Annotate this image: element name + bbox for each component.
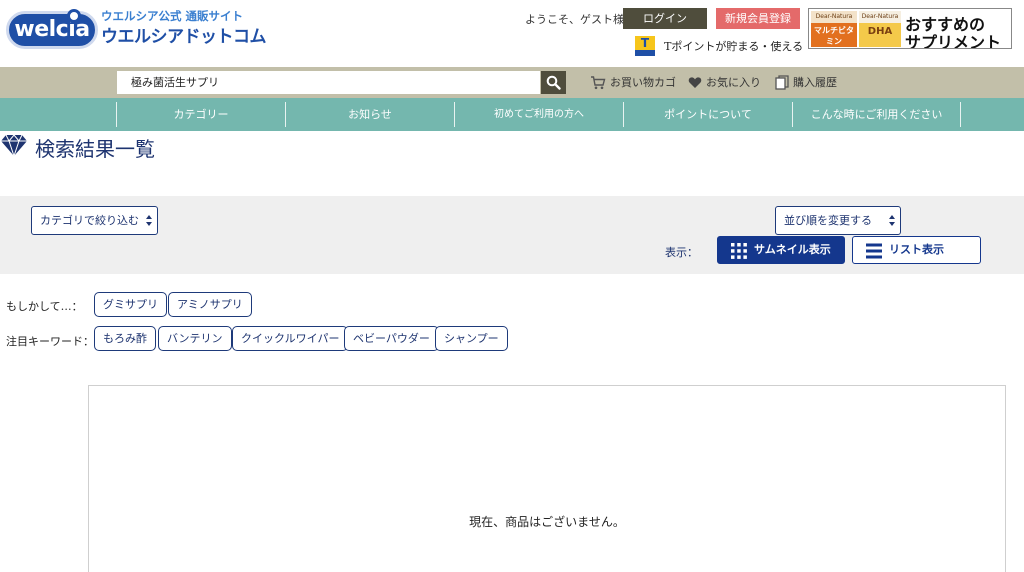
logo-badge-text: welcia <box>14 17 90 42</box>
logo-title: ウエルシアドットコム <box>101 27 267 47</box>
banner-product1-brand: Dear-Natura <box>811 11 857 23</box>
thumbnail-view-label: サムネイル表示 <box>754 243 831 256</box>
filter-bar: カテゴリで絞り込む 並び順を変更する 表示： サムネイル表示 リスト表示 <box>0 196 1024 274</box>
purchase-history-label: 購入履歴 <box>793 76 837 89</box>
nav-item-usage[interactable]: こんな時にご利用ください <box>792 102 961 127</box>
grid-icon <box>731 243 747 259</box>
welcome-message: ようこそ、ゲスト様 <box>525 13 624 26</box>
favorites-link[interactable]: お気に入り <box>688 74 761 92</box>
nav-item-points[interactable]: ポイントについて <box>623 102 792 127</box>
suggestion-chip[interactable]: グミサプリ <box>94 292 167 317</box>
thumbnail-view-button[interactable]: サムネイル表示 <box>717 236 845 264</box>
heart-icon <box>688 76 702 88</box>
main-nav: カテゴリー お知らせ 初めてご利用の方へ ポイントについて こんな時にご利用くだ… <box>0 98 1024 131</box>
banner-headline-2: サプリメント <box>905 33 1002 49</box>
banner-product1-name: マルチビタミン <box>814 26 854 46</box>
list-view-label: リスト表示 <box>889 243 944 256</box>
banner-product-multivitamin: Dear-Natura マルチビタミン <box>811 11 857 47</box>
welcia-logo[interactable]: welcia ウエルシア公式 通販サイト ウエルシアドットコム <box>6 7 267 53</box>
login-button[interactable]: ログイン <box>623 8 707 29</box>
search-bar: お買い物カゴ お気に入り 購入履歴 <box>0 67 1024 98</box>
select-arrows-icon <box>146 215 152 227</box>
suggestion-chip[interactable]: アミノサプリ <box>168 292 252 317</box>
keywords-label: 注目キーワード： <box>6 335 94 348</box>
tpoint-info[interactable]: Tポイントが貯まる・使える <box>635 35 804 56</box>
list-view-button[interactable]: リスト表示 <box>852 236 981 264</box>
register-button[interactable]: 新規会員登録 <box>716 8 800 29</box>
tpoint-icon <box>635 35 655 56</box>
sort-select[interactable]: 並び順を変更する <box>775 206 901 235</box>
nav-item-news[interactable]: お知らせ <box>285 102 454 127</box>
keyword-chip[interactable]: ベビーパウダー <box>344 326 439 351</box>
cart-link[interactable]: お買い物カゴ <box>590 74 676 92</box>
search-button[interactable] <box>541 71 566 94</box>
list-icon <box>866 243 882 259</box>
page-title-text: 検索結果一覧 <box>35 137 155 161</box>
cart-label: お買い物カゴ <box>610 76 676 89</box>
nav-item-first-time[interactable]: 初めてご利用の方へ <box>454 102 623 127</box>
banner-product2-brand: Dear-Natura <box>859 11 901 23</box>
favorites-label: お気に入り <box>706 76 761 89</box>
keyword-chip[interactable]: シャンプー <box>435 326 508 351</box>
category-filter-label: カテゴリで絞り込む <box>40 214 139 227</box>
document-icon <box>775 74 789 90</box>
search-icon <box>546 75 561 90</box>
cart-icon <box>591 75 606 89</box>
purchase-history-link[interactable]: 購入履歴 <box>775 74 837 92</box>
logo-badge: welcia <box>6 9 98 49</box>
select-arrows-icon <box>889 215 895 227</box>
supplement-banner[interactable]: Dear-Natura マルチビタミン Dear-Natura DHA おすすめ… <box>808 8 1012 49</box>
tpoint-text: Tポイントが貯まる・使える <box>664 39 804 53</box>
keyword-chip[interactable]: もろみ酢 <box>94 326 156 351</box>
sort-select-label: 並び順を変更する <box>784 214 872 227</box>
view-mode-label: 表示： <box>665 246 698 259</box>
keyword-chip[interactable]: クイックルワイパー <box>232 326 349 351</box>
search-input[interactable] <box>117 71 540 94</box>
banner-product2-name: DHA <box>867 26 893 37</box>
site-header: welcia ウエルシア公式 通販サイト ウエルシアドットコム ようこそ、ゲスト… <box>0 0 1024 67</box>
diamond-icon <box>1 134 27 157</box>
empty-results-message: 現在、商品はございません。 <box>469 515 625 529</box>
nav-item-category[interactable]: カテゴリー <box>116 102 285 127</box>
keyword-chip[interactable]: バンテリン <box>158 326 232 351</box>
results-panel: 現在、商品はございません。 <box>88 385 1006 572</box>
category-filter-select[interactable]: カテゴリで絞り込む <box>31 206 158 235</box>
logo-dot-icon <box>67 9 81 23</box>
did-you-mean-label: もしかして…： <box>6 300 83 313</box>
banner-product-dha: Dear-Natura DHA <box>859 11 901 47</box>
